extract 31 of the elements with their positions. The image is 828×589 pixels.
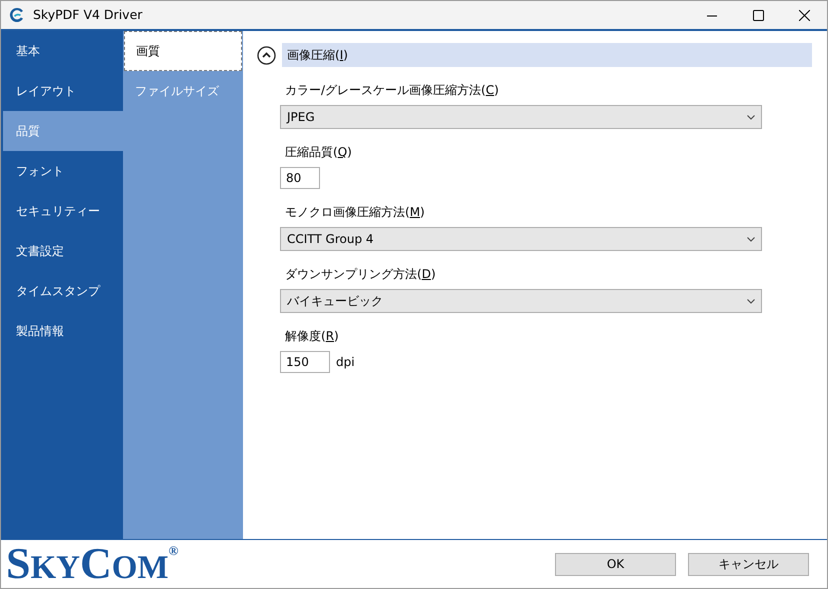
collapse-icon[interactable] (257, 46, 276, 64)
dialog-button[interactable]: OK (555, 552, 676, 576)
dropdown[interactable]: CCITT Group 4 (280, 227, 762, 251)
dialog-button[interactable]: キャンセル (688, 552, 809, 576)
unit-label: dpi (336, 354, 355, 371)
field-label: ダウンサンプリング方法(D) (285, 266, 436, 283)
field-label: 圧縮品質(Q) (285, 144, 352, 161)
nav-item[interactable]: レイアウト (3, 71, 123, 111)
section-header: 画像圧縮(I) (282, 43, 812, 67)
input-field[interactable]: 150 (280, 351, 330, 373)
logo: SKYCOM® (6, 542, 178, 586)
nav-item[interactable]: タイムスタンプ (3, 271, 123, 311)
chevron-down-icon (747, 236, 755, 242)
chevron-down-icon (747, 298, 755, 304)
nav-item[interactable]: セキュリティー (3, 191, 123, 231)
subnav-item[interactable]: 画質 (124, 31, 242, 71)
nav-item[interactable]: 製品情報 (3, 311, 123, 351)
maximize-icon[interactable] (752, 10, 764, 20)
field-label: 解像度(R) (285, 328, 339, 345)
field-label: モノクロ画像圧縮方法(M) (285, 204, 425, 221)
input-field[interactable]: 80 (280, 167, 320, 189)
app-icon (9, 7, 25, 23)
dropdown[interactable]: JPEG (280, 105, 762, 129)
field-label: カラー/グレースケール画像圧縮方法(C) (285, 82, 499, 99)
window-title: SkyPDF V4 Driver (33, 6, 142, 24)
nav-item[interactable]: フォント (3, 151, 123, 191)
nav-item[interactable]: 文書設定 (3, 231, 123, 271)
close-icon[interactable] (798, 10, 810, 20)
dropdown[interactable]: バイキュービック (280, 289, 762, 313)
nav-item[interactable]: 基本 (3, 31, 123, 71)
chevron-down-icon (747, 114, 755, 120)
